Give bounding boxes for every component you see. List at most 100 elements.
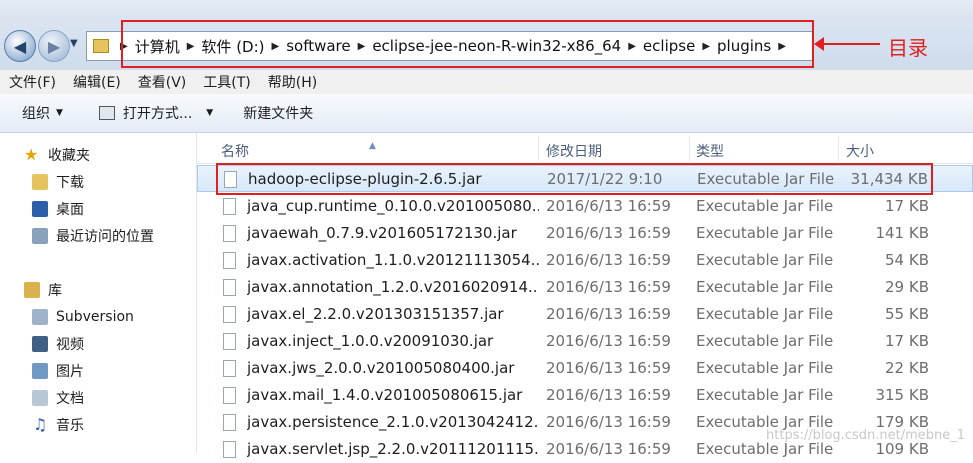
file-date: 2016/6/13 16:59 (546, 305, 671, 323)
file-name: javax.inject_1.0.0.v20091030.jar (247, 332, 494, 350)
back-button[interactable]: ◀ (4, 30, 36, 62)
file-name: javaewah_0.7.9.v201605172130.jar (247, 224, 517, 242)
file-row[interactable]: javax.mail_1.4.0.v201005080615.jar 2016/… (197, 382, 973, 409)
sidebar-item-label: 下载 (56, 175, 84, 191)
new-folder-button[interactable]: 新建文件夹 (243, 103, 313, 123)
sidebar-item-label: Subversion (56, 309, 134, 325)
annotation-arrow (814, 37, 880, 51)
file-date: 2016/6/13 16:59 (546, 359, 671, 377)
sidebar-item-label: 最近访问的位置 (56, 229, 154, 245)
download-folder-icon (32, 174, 48, 190)
sidebar-item-music[interactable]: ♫ 音乐 (32, 413, 84, 437)
file-type: Executable Jar File (696, 305, 834, 323)
sidebar-item-label: 视频 (56, 337, 84, 353)
back-arrow-icon: ◀ (13, 36, 27, 56)
column-type[interactable]: 类型 (696, 141, 724, 161)
watermark: https://blog.csdn.net/mebne_1 (766, 428, 965, 443)
recent-pages-chevron-icon[interactable]: ▼ (70, 38, 78, 49)
file-date: 2016/6/13 16:59 (546, 224, 671, 242)
sidebar-libraries[interactable]: 库 (24, 278, 62, 302)
jar-file-icon (223, 306, 236, 323)
jar-file-icon (223, 387, 236, 404)
file-name: javax.annotation_1.2.0.v2016020914... (247, 278, 539, 296)
open-with-button[interactable]: 打开方式... ▼ (98, 103, 214, 123)
column-divider[interactable] (838, 137, 839, 161)
jar-file-icon (223, 225, 236, 242)
file-size: 315 KB (875, 386, 929, 404)
file-size: 54 KB (885, 251, 929, 269)
forward-arrow-icon: ▶ (47, 36, 61, 56)
column-divider[interactable] (538, 137, 539, 161)
jar-file-icon (223, 360, 236, 377)
column-divider[interactable] (689, 137, 690, 161)
subversion-library-icon (32, 309, 48, 325)
menu-edit[interactable]: 编辑(E) (64, 72, 129, 92)
open-with-label: 打开方式... (122, 106, 193, 122)
file-row[interactable]: javax.jws_2.0.0.v201005080400.jar 2016/6… (197, 355, 973, 382)
menu-tools[interactable]: 工具(T) (194, 72, 258, 92)
chevron-down-icon: ▼ (206, 108, 214, 118)
desktop-icon (32, 201, 48, 217)
file-type: Executable Jar File (696, 386, 834, 404)
sidebar-libraries-label: 库 (48, 283, 62, 299)
file-row[interactable]: javax.activation_1.1.0.v20121113054... 2… (197, 247, 973, 274)
file-row[interactable]: javax.annotation_1.2.0.v2016020914... 20… (197, 274, 973, 301)
file-name: javax.servlet.jsp_2.2.0.v20111201115... (247, 440, 539, 458)
file-type: Executable Jar File (696, 197, 834, 215)
organize-label: 组织 (22, 106, 50, 122)
column-header-row: ▲ 名称 修改日期 类型 大小 (197, 133, 973, 164)
sidebar-favorites[interactable]: ★ 收藏夹 (24, 143, 90, 167)
file-date: 2016/6/13 16:59 (546, 332, 671, 350)
file-size: 55 KB (885, 305, 929, 323)
sidebar-item-label: 音乐 (56, 418, 84, 434)
jar-file-icon (223, 198, 236, 215)
sidebar-item-recent[interactable]: 最近访问的位置 (32, 224, 154, 248)
selected-file-highlight-box (216, 163, 933, 195)
jar-file-icon (223, 414, 236, 431)
command-bar: 组织 ▼ 打开方式... ▼ 新建文件夹 (0, 94, 973, 133)
jar-file-icon (223, 333, 236, 350)
menu-view[interactable]: 查看(V) (129, 72, 195, 92)
file-type: Executable Jar File (696, 332, 834, 350)
file-row[interactable]: java_cup.runtime_0.10.0.v201005080... 20… (197, 193, 973, 220)
organize-button[interactable]: 组织 ▼ (22, 103, 63, 123)
sort-ascending-icon: ▲ (369, 141, 376, 151)
column-name[interactable]: 名称 (221, 141, 249, 161)
recent-places-icon (32, 228, 48, 244)
file-name: javax.activation_1.1.0.v20121113054... (247, 251, 539, 269)
background-tabs (0, 0, 973, 18)
navigation-pane: ★ 收藏夹 下载 桌面 最近访问的位置 库 Subversion 视频 图片 文… (0, 133, 197, 453)
file-name: javax.mail_1.4.0.v201005080615.jar (247, 386, 523, 404)
sidebar-favorites-label: 收藏夹 (48, 148, 90, 164)
sidebar-item-label: 图片 (56, 364, 84, 380)
file-row[interactable]: javaewah_0.7.9.v201605172130.jar 2016/6/… (197, 220, 973, 247)
jar-file-icon (223, 279, 236, 296)
open-with-icon (98, 106, 115, 120)
sidebar-item-documents[interactable]: 文档 (32, 386, 84, 410)
video-library-icon (32, 336, 48, 352)
menu-file[interactable]: 文件(F) (0, 72, 64, 92)
picture-library-icon (32, 363, 48, 379)
file-type: Executable Jar File (696, 278, 834, 296)
sidebar-item-label: 文档 (56, 391, 84, 407)
file-type: Executable Jar File (696, 359, 834, 377)
menu-help[interactable]: 帮助(H) (259, 72, 325, 92)
column-date[interactable]: 修改日期 (546, 141, 602, 161)
sidebar-item-label: 桌面 (56, 202, 84, 218)
sidebar-item-pictures[interactable]: 图片 (32, 359, 84, 383)
sidebar-item-downloads[interactable]: 下载 (32, 170, 84, 194)
file-name: javax.persistence_2.1.0.v2013042412... (247, 413, 539, 431)
file-date: 2016/6/13 16:59 (546, 251, 671, 269)
jar-file-icon (223, 441, 236, 458)
chevron-down-icon: ▼ (56, 108, 63, 118)
folder-icon (93, 39, 109, 53)
file-size: 22 KB (885, 359, 929, 377)
file-row[interactable]: javax.el_2.2.0.v201303151357.jar 2016/6/… (197, 301, 973, 328)
file-row[interactable]: javax.inject_1.0.0.v20091030.jar 2016/6/… (197, 328, 973, 355)
sidebar-item-subversion[interactable]: Subversion (32, 305, 134, 329)
document-library-icon (32, 390, 48, 406)
forward-button[interactable]: ▶ (38, 30, 70, 62)
sidebar-item-videos[interactable]: 视频 (32, 332, 84, 356)
sidebar-item-desktop[interactable]: 桌面 (32, 197, 84, 221)
column-size[interactable]: 大小 (846, 141, 874, 161)
